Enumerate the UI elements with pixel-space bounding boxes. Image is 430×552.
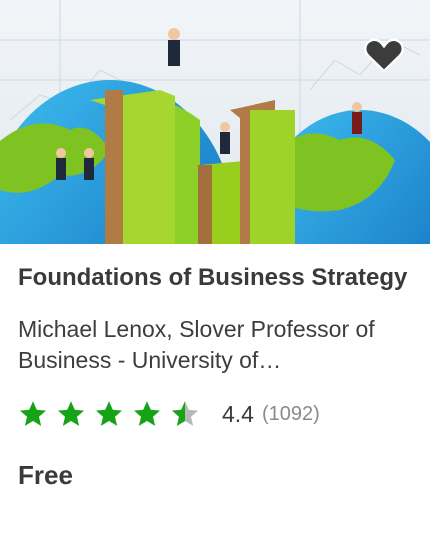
rating-count: (1092) — [261, 402, 320, 425]
wishlist-button[interactable] — [360, 30, 408, 78]
heart-icon — [364, 38, 404, 73]
star-icon — [96, 401, 122, 426]
course-thumbnail[interactable] — [0, 0, 430, 244]
rating-value: 4.4 — [222, 400, 254, 427]
star-icon — [20, 401, 46, 426]
course-card[interactable]: Foundations of Business Strategy Michael… — [0, 0, 430, 552]
rating-row: 4.4 (1092) — [18, 396, 412, 432]
course-instructor: Michael Lenox, Slover Professor of Busin… — [18, 316, 375, 373]
course-title[interactable]: Foundations of Business Strategy — [18, 262, 412, 294]
star-half-icon — [172, 401, 198, 426]
course-price: Free — [18, 460, 73, 490]
star-icon — [134, 401, 160, 426]
rating-stars — [18, 399, 208, 429]
star-icon — [58, 401, 84, 426]
